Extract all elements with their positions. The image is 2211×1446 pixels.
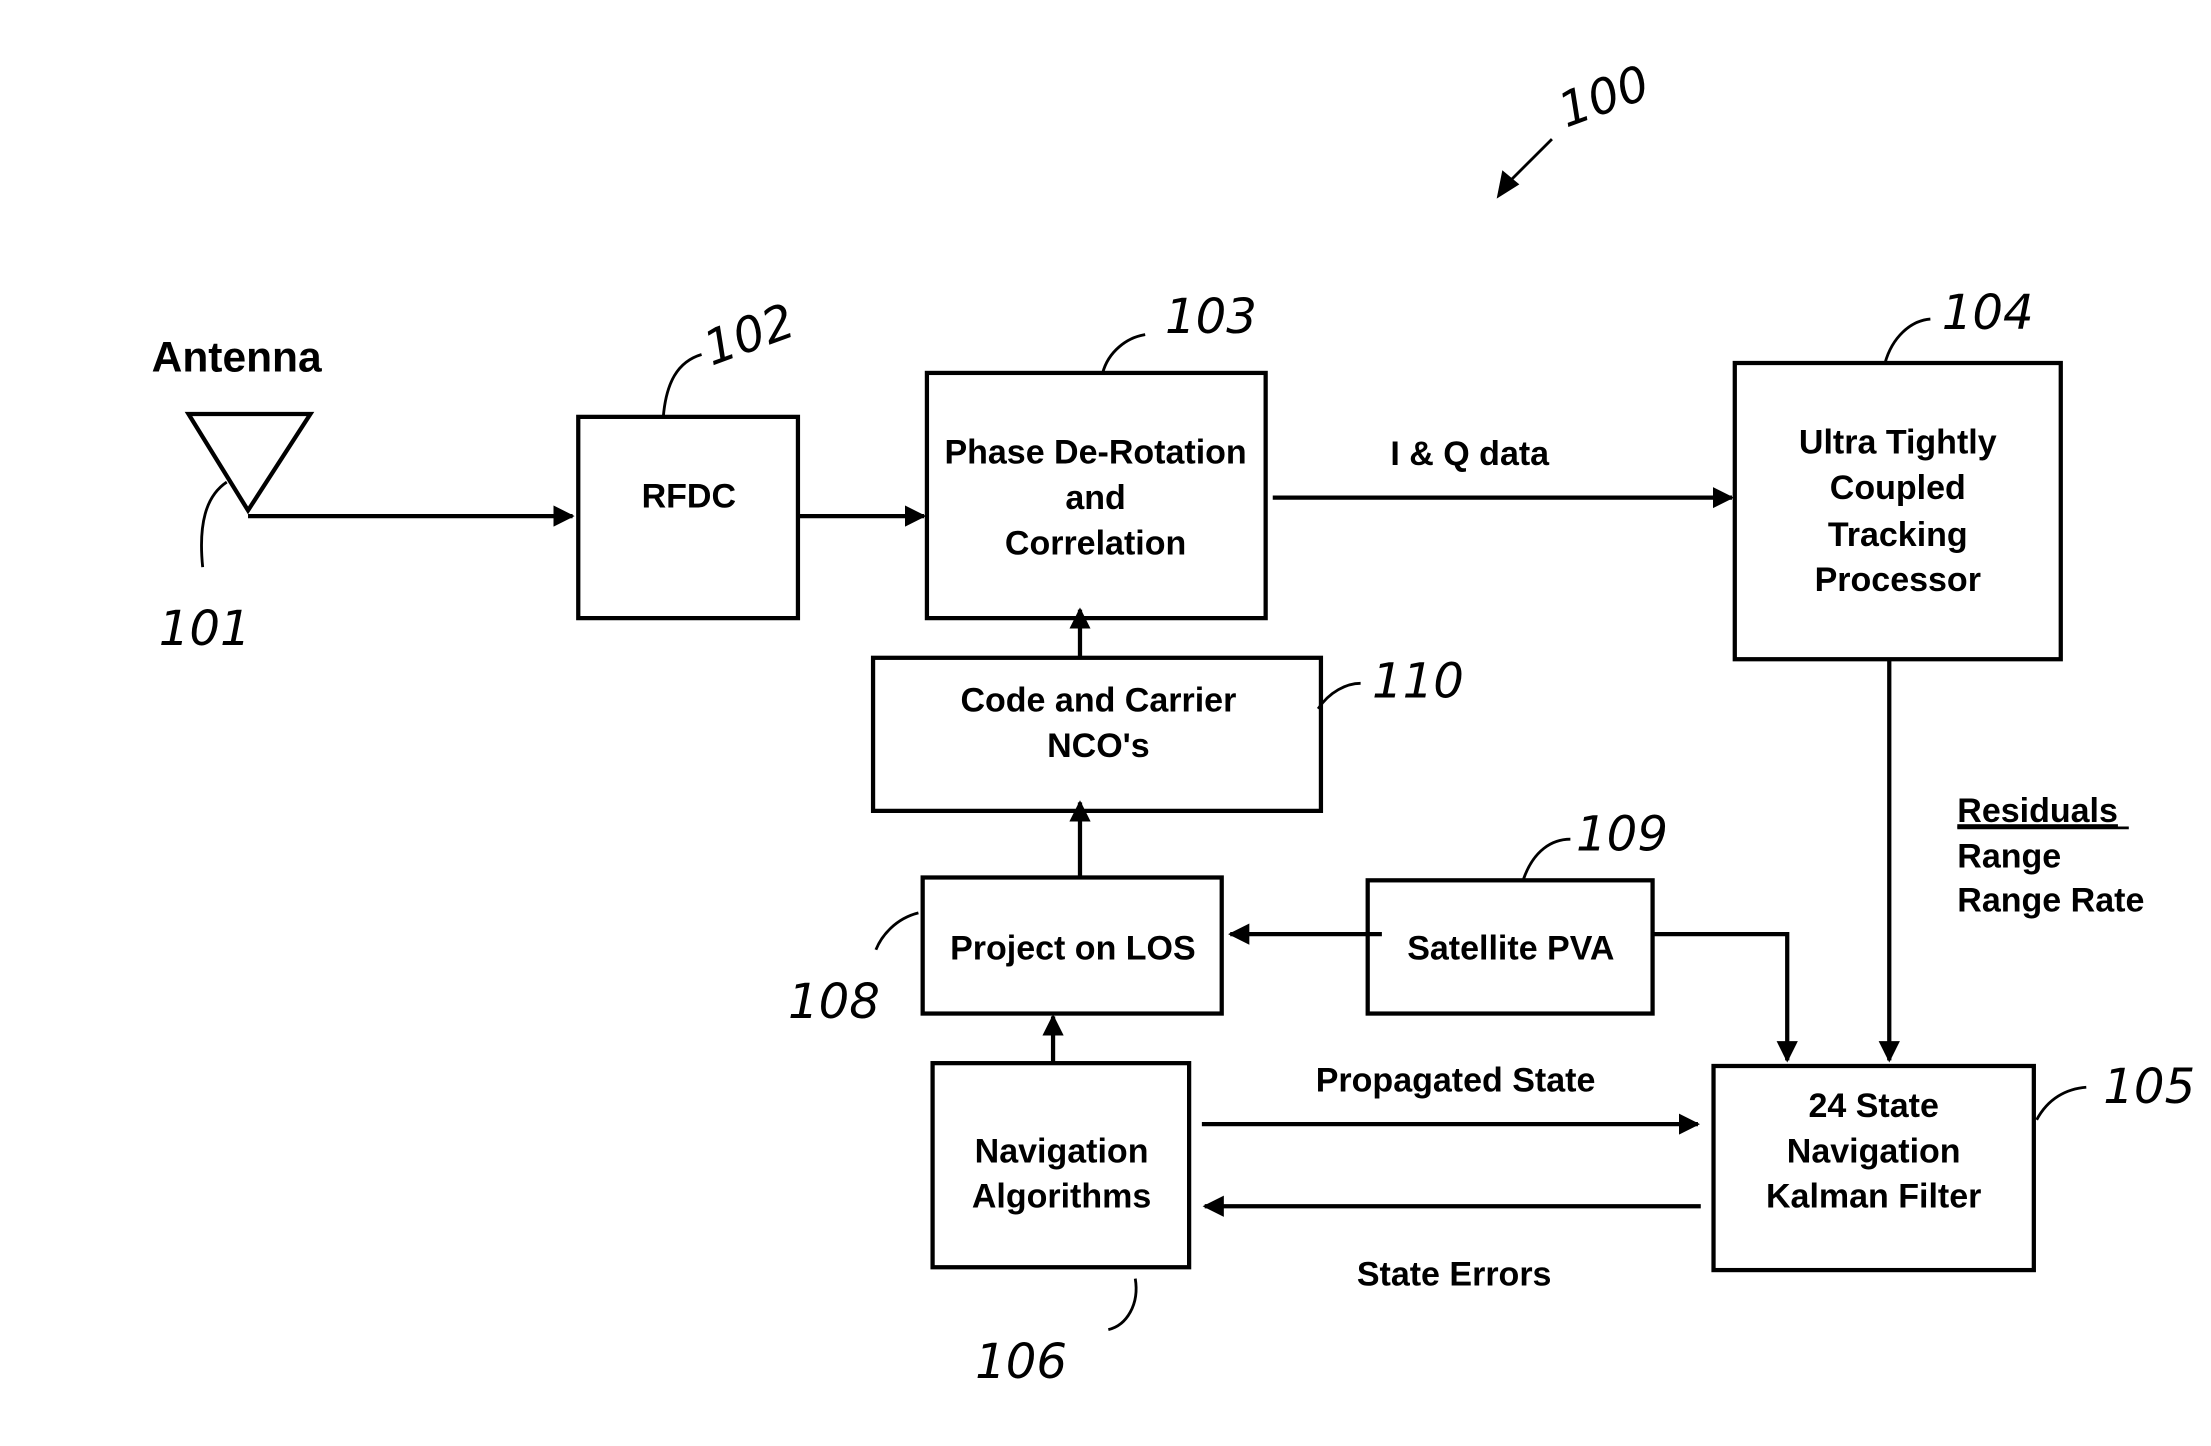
rfdc-leader	[661, 353, 702, 417]
utc-label-line1: Ultra Tightly	[1799, 424, 1997, 462]
phase-label-line2: and	[1065, 479, 1125, 517]
utc-label-line2: Coupled	[1830, 469, 1966, 507]
kalman-label-line3: Kalman Filter	[1766, 1178, 1981, 1216]
kalman-leader	[2035, 1085, 2087, 1121]
rfdc-box	[576, 414, 801, 621]
phase-leader	[1101, 333, 1146, 374]
nco-leader	[1316, 681, 1361, 710]
block-satellite-pva: Satellite PVA 109	[1365, 807, 1668, 1016]
block-utc-tracking: Ultra Tightly Coupled Tracking Processor…	[1732, 285, 2063, 662]
los-ref: 108	[788, 974, 880, 1030]
residuals-item-range-rate: Range Rate	[1957, 882, 2144, 920]
utc-leader	[1883, 317, 1931, 364]
block-project-los: Project on LOS 108	[788, 875, 1224, 1030]
phase-label-line3: Correlation	[1005, 524, 1186, 562]
rfdc-label: RFDC	[642, 478, 736, 516]
propagated-state-label: Propagated State	[1316, 1062, 1596, 1100]
antenna-icon	[184, 411, 315, 515]
nav-leader	[1107, 1278, 1138, 1331]
wire-pva-to-kalman	[1652, 932, 1798, 1063]
block-kalman-filter: 24 State Navigation Kalman Filter 105	[1711, 1059, 2195, 1273]
kalman-label-line1: 24 State	[1808, 1087, 1938, 1125]
figure-ref-label: 100	[1551, 55, 1657, 139]
los-leader	[874, 911, 919, 951]
nav-label-line2: Algorithms	[972, 1178, 1151, 1216]
nav-label-line1: Navigation	[975, 1132, 1149, 1170]
utc-box	[1732, 360, 2063, 662]
antenna-title: Antenna	[152, 335, 322, 382]
block-phase-derotation: Phase De-Rotation and Correlation 103	[924, 289, 1268, 621]
iq-data-label: I & Q data	[1390, 435, 1550, 473]
block-rfdc: RFDC 102	[576, 293, 802, 621]
kalman-ref: 105	[2103, 1059, 2195, 1115]
block-diagram: 100 Antenna 101 RFDC 102 Phase De-Rotati…	[152, 55, 2196, 1390]
utc-label-line4: Processor	[1815, 561, 1981, 599]
state-errors-label: State Errors	[1357, 1256, 1552, 1294]
antenna-leader	[200, 480, 228, 568]
block-nco: Code and Carrier NCO's 110	[870, 653, 1464, 813]
residuals-title: Residuals	[1957, 792, 2118, 830]
nco-label-line1: Code and Carrier	[960, 682, 1236, 720]
los-label: Project on LOS	[950, 930, 1196, 968]
utc-ref: 104	[1942, 285, 2034, 341]
figure-ref-100: 100	[1496, 55, 1657, 199]
pva-ref: 109	[1576, 807, 1668, 863]
phase-ref: 103	[1165, 289, 1257, 345]
nav-ref: 106	[975, 1334, 1067, 1390]
pva-label: Satellite PVA	[1407, 930, 1614, 968]
utc-label-line3: Tracking	[1828, 516, 1968, 554]
antenna: Antenna 101	[152, 335, 322, 658]
kalman-label-line2: Navigation	[1787, 1132, 1961, 1170]
antenna-ref: 101	[159, 601, 251, 657]
residuals-legend: Residuals Range Range Rate	[1957, 792, 2144, 919]
rfdc-ref: 102	[696, 293, 802, 377]
pva-leader	[1522, 837, 1571, 880]
block-navigation-algorithms: Navigation Algorithms 106	[930, 1061, 1192, 1390]
nco-label-line2: NCO's	[1047, 727, 1150, 765]
residuals-item-range: Range	[1957, 838, 2061, 876]
nco-ref: 110	[1372, 653, 1464, 709]
phase-label-line1: Phase De-Rotation	[944, 434, 1246, 472]
